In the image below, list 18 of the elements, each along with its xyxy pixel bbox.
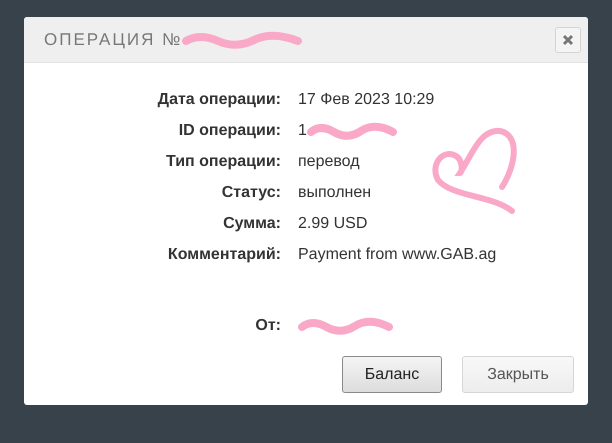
- field-label: Сумма:: [222, 214, 281, 234]
- field-value: 17 Фев 2023 10:29: [298, 90, 434, 110]
- field-value: 2.99 USD: [298, 214, 368, 234]
- field-label: Тип операции:: [165, 152, 281, 172]
- field-label: Комментарий:: [166, 245, 281, 265]
- dialog-button[interactable]: Баланс: [342, 356, 442, 393]
- dialog-button[interactable]: Закрыть: [462, 356, 574, 393]
- close-icon: [562, 34, 574, 46]
- dialog-title: ОПЕРАЦИЯ №: [44, 28, 182, 51]
- field-label: Статус:: [220, 183, 281, 203]
- field-label: От:: [254, 316, 281, 336]
- field-value: перевод: [298, 152, 360, 172]
- field-label: Дата операции:: [156, 90, 281, 110]
- close-button[interactable]: [555, 26, 581, 52]
- field-value: 1: [298, 121, 307, 141]
- field-label: ID операции:: [178, 121, 281, 141]
- field-value: выполнен: [298, 183, 372, 203]
- field-value: Payment from www.GAB.ag: [298, 245, 496, 265]
